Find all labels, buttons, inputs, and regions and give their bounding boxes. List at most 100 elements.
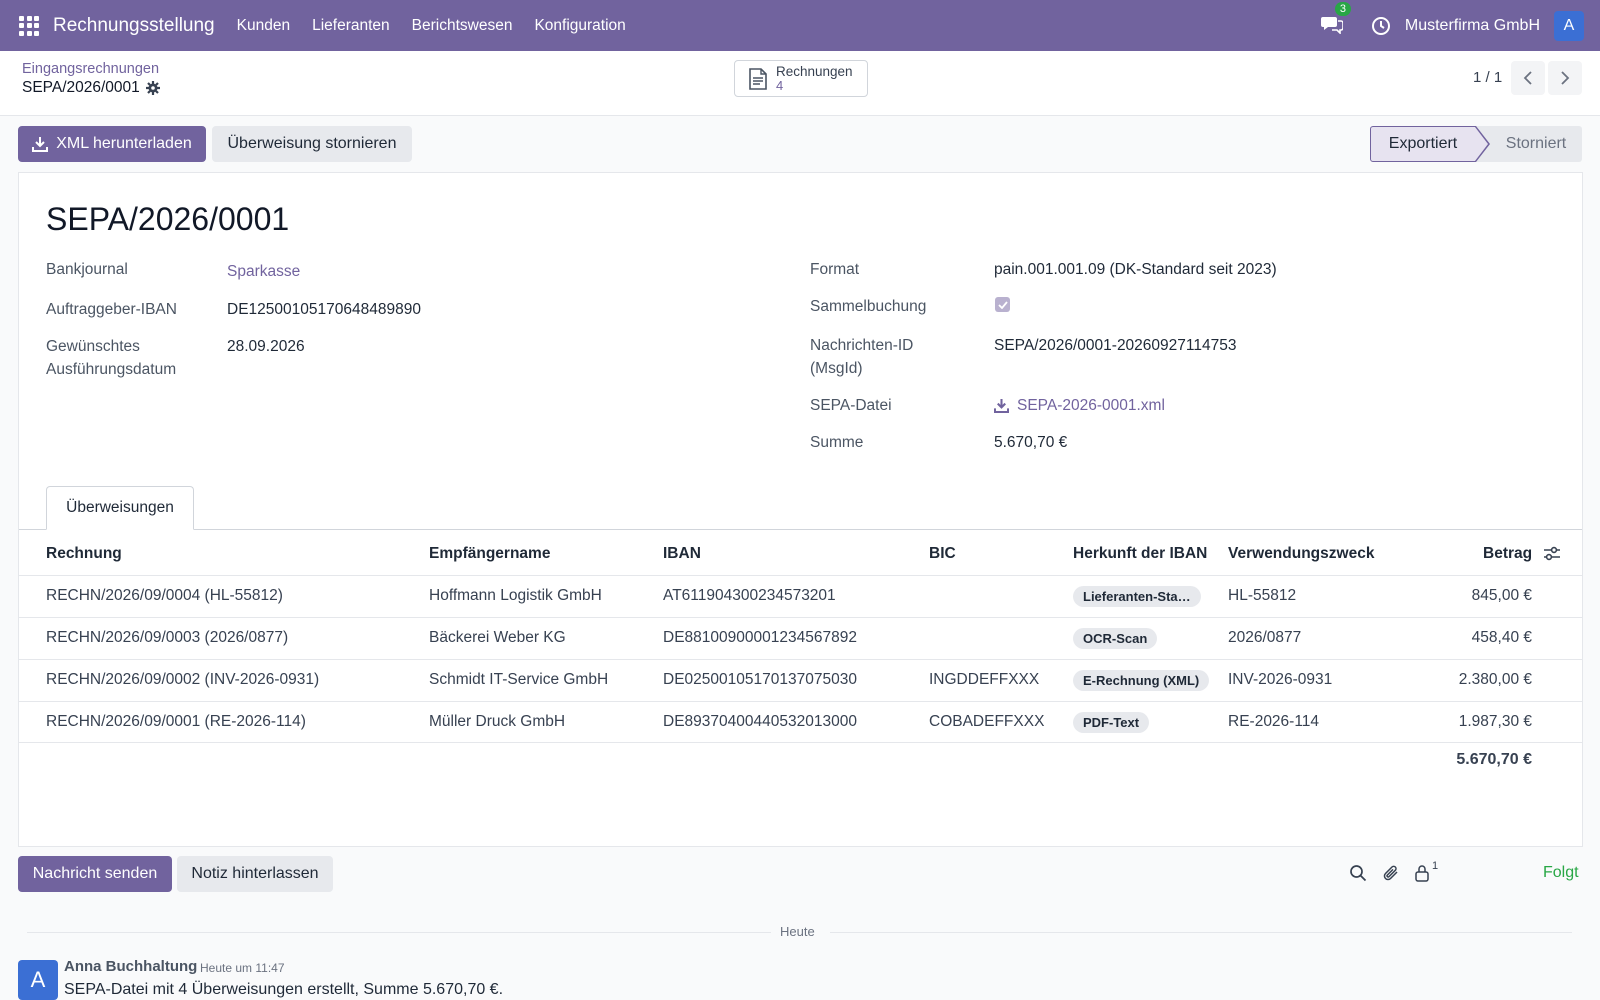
cell-verwendungszweck: 2026/0877 [1228,629,1302,646]
search-icon[interactable] [1349,864,1369,884]
column-betrag[interactable]: Betrag [1483,545,1532,563]
log-note-button[interactable]: Notiz hinterlassen [177,856,333,892]
cell-betrag: 2.380,00 € [1458,671,1532,688]
cell-betrag: 845,00 € [1471,587,1532,604]
iban-source-badge: PDF-Text [1073,712,1150,733]
field-format[interactable]: pain.001.001.09 (DK-Standard seit 2023) [994,258,1277,281]
apps-grid-icon[interactable] [19,15,39,36]
column-verwendungszweck[interactable]: Verwendungszweck [1228,545,1374,563]
field-bankjournal[interactable]: Sparkasse [227,260,300,283]
chat-count-badge: 3 [1334,1,1351,16]
document-icon [749,67,767,90]
clock-icon[interactable] [1371,16,1391,36]
cell-rechnung: RECHN/2026/09/0003 (2026/0877) [46,629,289,646]
message-time: Heute um 11:47 [200,961,285,975]
chat-icon[interactable]: 3 [1320,1,1351,38]
sepa-file-link[interactable]: SEPA-2026-0001.xml [994,394,1165,417]
download-xml-button[interactable]: XML herunterladen [18,126,206,162]
field-nachrichten-id[interactable]: SEPA/2026/0001-20260927114753 [994,334,1236,357]
column-herkunft[interactable]: Herkunft der IBAN [1073,545,1207,563]
message-author[interactable]: Anna Buchhaltung [64,958,197,975]
menu-lieferanten[interactable]: Lieferanten [312,17,390,35]
followers-count: 1 [1432,860,1439,872]
table-total: 5.670,70 € [1456,751,1532,768]
iban-source-badge: E-Rechnung (XML) [1073,670,1210,691]
record-name-text: SEPA/2026/0001 [22,79,140,96]
cell-empfaenger: Schmidt IT-Service GmbH [429,671,609,688]
paperclip-icon[interactable] [1382,864,1402,884]
table-row[interactable]: RECHN/2026/09/0001 (RE-2026-114) Müller … [19,701,1582,743]
download-xml-label: XML herunterladen [56,135,192,152]
cell-betrag: 458,40 € [1471,629,1532,646]
status-exportiert[interactable]: Exportiert [1370,126,1476,162]
sepa-file-name: SEPA-2026-0001.xml [1017,397,1165,414]
cell-empfaenger: Hoffmann Logistik GmbH [429,587,602,604]
status-arrow [1475,126,1490,162]
cell-betrag: 1.987,30 € [1458,713,1532,730]
cell-rechnung: RECHN/2026/09/0002 (INV-2026-0931) [46,671,320,688]
cell-iban: DE89370400440532013000 [663,713,857,730]
label-ausfuehrungsdatum: Gewünschtes Ausführungsdatum [46,338,177,378]
cell-iban: DE02500105170137075030 [663,671,857,688]
chevron-left-icon [1523,71,1532,85]
pager-previous-button[interactable] [1511,61,1545,95]
breadcrumb[interactable]: Eingangsrechnungen [22,61,159,77]
user-avatar[interactable]: A [1554,10,1584,41]
menu-berichtswesen[interactable]: Berichtswesen [412,17,513,35]
cell-iban: AT611904300234573201 [663,587,836,604]
field-summe: 5.670,70 € [994,434,1068,451]
status-storniert[interactable]: Storniert [1476,126,1582,162]
form-sheet: SEPA/2026/0001 Bankjournal Sparkasse Auf… [18,172,1583,847]
label-summe: Summe [810,434,864,451]
table-row[interactable]: RECHN/2026/09/0003 (2026/0877) Bäckerei … [19,617,1582,659]
label-format: Format [810,261,860,278]
field-auftraggeber-iban[interactable]: DE12500105170648489890 [227,298,421,321]
top-navbar: Rechnungsstellung Kunden Lieferanten Ber… [0,0,1600,51]
menu-konfiguration[interactable]: Konfiguration [534,17,625,35]
control-panel: Eingangsrechnungen SEPA/2026/0001 Rechnu… [0,51,1600,116]
column-bic[interactable]: BIC [929,545,956,563]
sammelbuchung-checkbox[interactable] [995,297,1010,312]
company-switcher[interactable]: Musterfirma GmbH [1405,17,1540,35]
invoices-smart-button[interactable]: Rechnungen 4 [734,60,868,97]
app-title[interactable]: Rechnungsstellung [53,15,215,37]
label-nachrichten-id: Nachrichten-ID (MsgId) [810,337,914,377]
table-row[interactable]: RECHN/2026/09/0002 (INV-2026-0931) Schmi… [19,659,1582,701]
cell-rechnung: RECHN/2026/09/0001 (RE-2026-114) [46,713,306,730]
field-ausfuehrungsdatum[interactable]: 28.09.2026 [227,335,305,358]
pager-value: 1 / 1 [1473,69,1503,86]
table-row[interactable]: RECHN/2026/09/0004 (HL-55812) Hoffmann L… [19,575,1582,617]
label-bankjournal: Bankjournal [46,261,128,278]
iban-source-badge: OCR-Scan [1073,628,1158,649]
pager-next-button[interactable] [1548,61,1582,95]
column-rechnung[interactable]: Rechnung [46,545,122,563]
date-divider-right [830,932,1572,933]
record-name: SEPA/2026/0001 [22,79,160,97]
menu-kunden[interactable]: Kunden [237,17,290,35]
check-icon [997,300,1008,309]
cell-verwendungszweck: RE-2026-114 [1228,713,1320,730]
cell-rechnung: RECHN/2026/09/0004 (HL-55812) [46,587,283,604]
column-iban[interactable]: IBAN [663,545,701,563]
tab-divider [19,529,1582,530]
tab-ueberweisungen[interactable]: Überweisungen [46,486,194,530]
cell-iban: DE88100900001234567892 [663,629,857,646]
message-author-avatar[interactable]: A [18,960,58,1000]
follow-button[interactable]: Folgt [1543,864,1579,882]
message-body: SEPA-Datei mit 4 Überweisungen erstellt,… [64,981,504,998]
label-auftraggeber-iban: Auftraggeber-IBAN [46,301,177,318]
label-sepa-datei: SEPA-Datei [810,397,892,414]
smart-button-count: 4 [776,77,784,93]
gear-icon[interactable] [145,81,160,95]
date-divider-left [27,932,771,933]
column-empfaengername[interactable]: Empfängername [429,545,550,563]
followers-icon[interactable] [1414,864,1434,884]
cell-bic: INGDDEFFXXX [929,671,1040,688]
cell-empfaenger: Bäckerei Weber KG [429,629,566,646]
cell-empfaenger: Müller Druck GmbH [429,713,566,730]
column-settings-icon[interactable] [1543,545,1563,565]
cancel-transfer-button[interactable]: Überweisung stornieren [212,126,412,162]
send-message-button[interactable]: Nachricht senden [18,856,172,892]
label-sammelbuchung: Sammelbuchung [810,298,927,315]
cell-verwendungszweck: INV-2026-0931 [1228,671,1333,688]
